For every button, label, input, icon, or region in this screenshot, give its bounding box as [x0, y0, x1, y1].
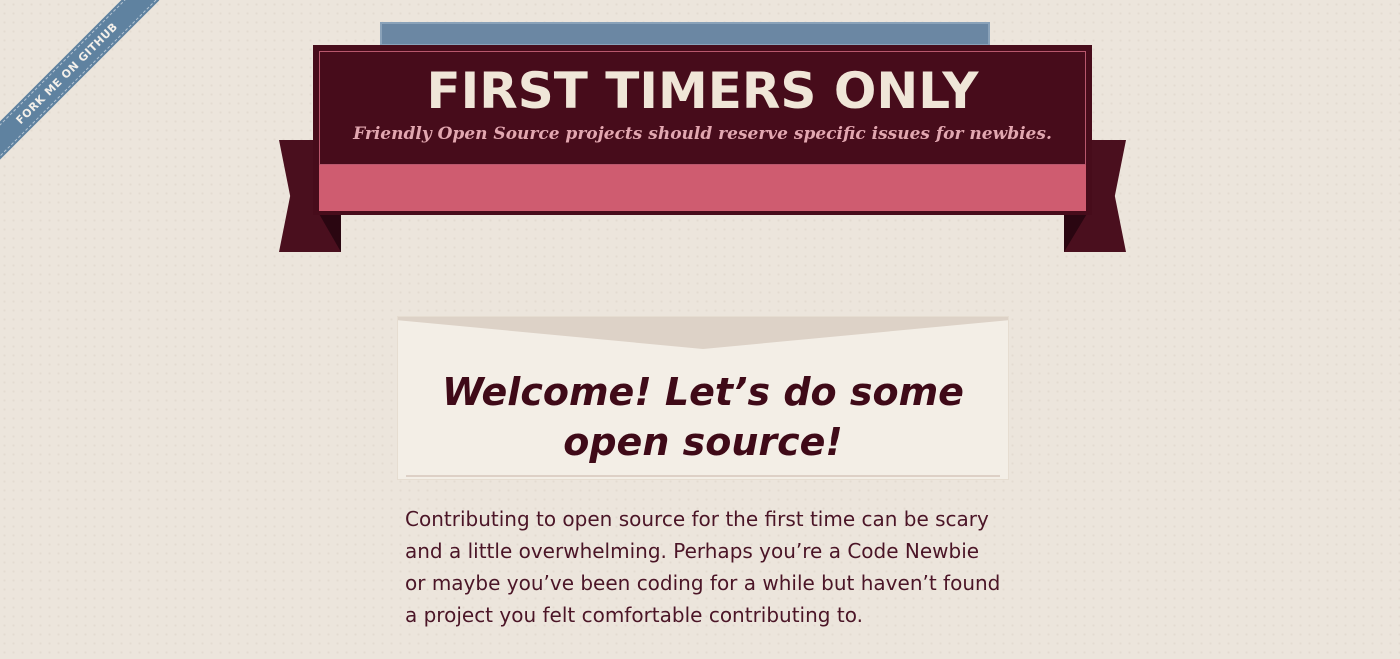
banner-back-strip	[380, 22, 990, 46]
banner-pink-band	[319, 165, 1086, 211]
fork-me-on-github-link[interactable]: FORK ME ON GITHUB	[0, 0, 157, 160]
welcome-heading: Welcome! Let’s do some open source!	[442, 370, 964, 464]
card-divider	[406, 475, 1000, 477]
site-title: FIRST TIMERS ONLY	[426, 62, 979, 120]
site-header-banner: FIRST TIMERS ONLY Friendly Open Source p…	[313, 45, 1092, 215]
intro-paragraph: Contributing to open source for the firs…	[405, 507, 1001, 627]
fork-ribbon-container: FORK ME ON GITHUB	[0, 0, 160, 160]
card-chevron-decoration	[398, 317, 1008, 349]
site-tagline: Friendly Open Source projects should res…	[353, 124, 1052, 144]
welcome-card: Welcome! Let’s do some open source!	[397, 316, 1009, 480]
